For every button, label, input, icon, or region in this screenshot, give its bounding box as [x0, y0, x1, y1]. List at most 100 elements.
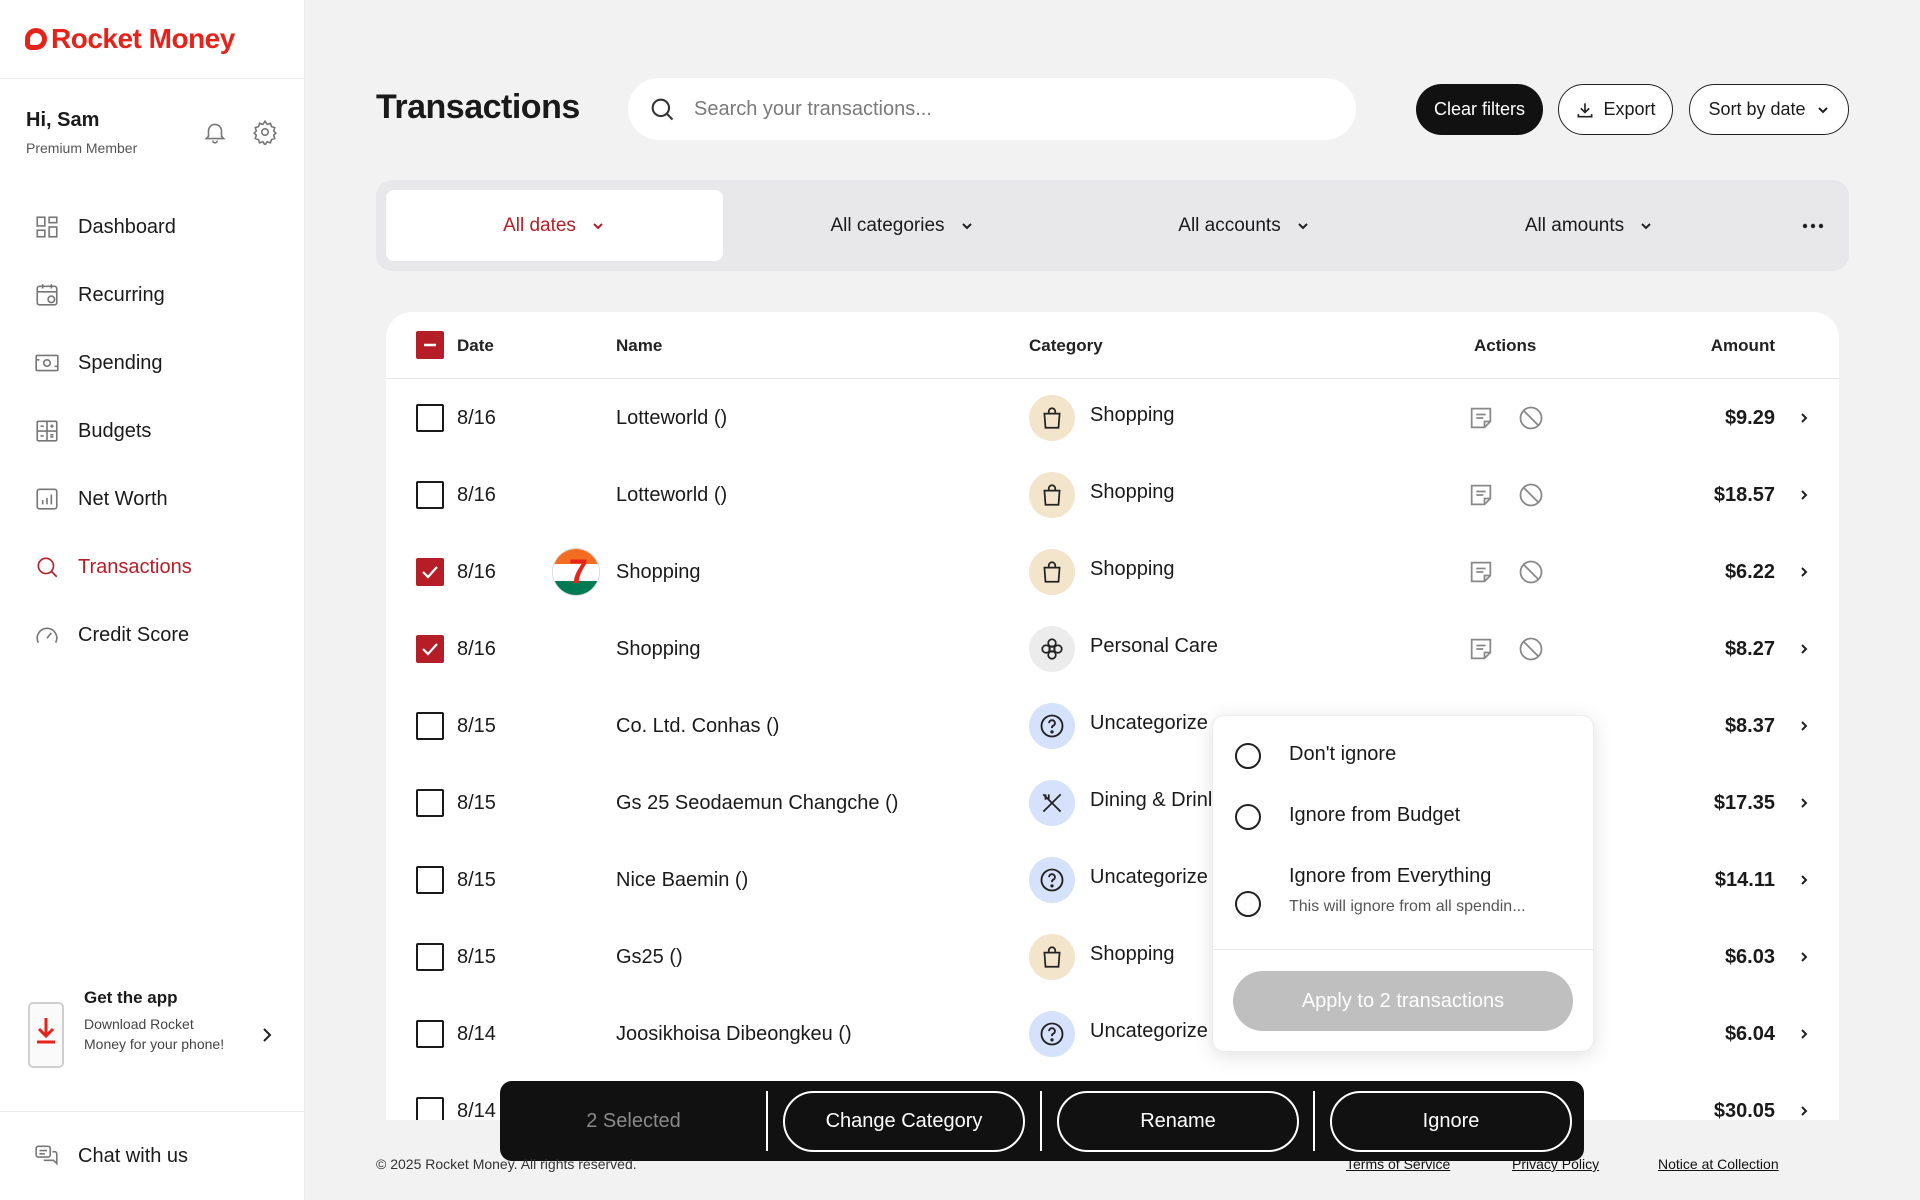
table-row[interactable]: 8/14 Joosikhoisa Dibeongkeu () Uncategoriz… [386, 996, 1839, 1073]
radio-ignore-budget[interactable] [1235, 804, 1261, 830]
chevron-down-icon [961, 222, 972, 229]
row-category[interactable]: Dining & Drinl [1090, 789, 1212, 812]
apply-button[interactable]: Apply to 2 transactions [1233, 971, 1573, 1031]
table-row[interactable]: 8/16 7 Shopping Shopping $6.22 [386, 534, 1839, 611]
sidebar-item-spending[interactable]: Spending [0, 329, 304, 397]
chevron-right-icon[interactable] [1799, 411, 1809, 425]
note-icon[interactable] [1467, 635, 1495, 663]
select-all-checkbox[interactable] [416, 331, 444, 359]
gear-icon[interactable] [252, 119, 278, 145]
filter-categories[interactable]: All categories [734, 190, 1071, 261]
sidebar-item-net-worth[interactable]: Net Worth [0, 465, 304, 533]
terms-link[interactable]: Terms of Service [1346, 1156, 1450, 1172]
row-checkbox[interactable] [416, 481, 444, 509]
export-button[interactable]: Export [1558, 84, 1673, 135]
column-amount[interactable]: Amount [1711, 336, 1775, 356]
chevron-right-icon[interactable] [1799, 796, 1809, 810]
row-name[interactable]: Lotteworld () [616, 407, 727, 430]
row-category[interactable]: Uncategorize [1090, 712, 1208, 735]
logo[interactable]: Rocket Money [0, 0, 304, 79]
chevron-right-icon[interactable] [1799, 488, 1809, 502]
row-checkbox[interactable] [416, 712, 444, 740]
chevron-right-icon[interactable] [1799, 873, 1809, 887]
table-row[interactable]: 8/16 Lotteworld () Shopping $18.57 [386, 457, 1839, 534]
row-checkbox[interactable] [416, 866, 444, 894]
row-amount: $18.57 [1713, 484, 1775, 506]
clear-filters-button[interactable]: Clear filters [1416, 84, 1543, 135]
row-checkbox[interactable] [416, 635, 444, 663]
option-ignore-everything[interactable]: Ignore from Everything This will ignore … [1235, 865, 1526, 917]
table-row[interactable]: 8/16 Lotteworld () Shopping $9.29 [386, 380, 1839, 457]
sidebar-item-recurring[interactable]: Recurring [0, 261, 304, 329]
row-category[interactable]: Shopping [1090, 404, 1175, 427]
chevron-right-icon[interactable] [1799, 950, 1809, 964]
change-category-button[interactable]: Change Category [783, 1091, 1025, 1152]
table-row[interactable]: 8/15 Co. Ltd. Conhas () Uncategorize $8.37 [386, 688, 1839, 765]
radio-dont-ignore[interactable] [1235, 743, 1261, 769]
search-bar[interactable] [628, 78, 1356, 140]
row-name[interactable]: Lotteworld () [616, 484, 727, 507]
row-category[interactable]: Uncategorize [1090, 1020, 1208, 1043]
get-the-app-card[interactable]: Get the app Download Rocket Money for yo… [28, 988, 278, 1088]
rocket-logo-icon [25, 28, 47, 50]
rename-button[interactable]: Rename [1057, 1091, 1299, 1152]
sidebar-item-dashboard[interactable]: Dashboard [0, 193, 304, 261]
row-name[interactable]: Shopping [616, 561, 701, 584]
table-row[interactable]: 8/15 Gs 25 Seodaemun Changche () Dining & … [386, 765, 1839, 842]
sort-by-date-button[interactable]: Sort by date [1689, 84, 1849, 135]
row-category[interactable]: Shopping [1090, 558, 1175, 581]
table-row[interactable]: 8/15 Nice Baemin () Uncategorize $14.11 [386, 842, 1839, 919]
more-filters-button[interactable] [1776, 190, 1836, 261]
table-row[interactable]: 8/16 Shopping Personal Care $8.27 [386, 611, 1839, 688]
flower-icon [1029, 626, 1075, 672]
bell-icon[interactable] [202, 119, 228, 145]
ignore-icon[interactable] [1517, 635, 1545, 663]
option-ignore-budget[interactable]: Ignore from Budget [1235, 804, 1460, 830]
row-category[interactable]: Shopping [1090, 943, 1175, 966]
row-checkbox[interactable] [416, 789, 444, 817]
row-checkbox[interactable] [416, 1097, 444, 1120]
table-row[interactable]: 8/15 Gs25 () Shopping $6.03 [386, 919, 1839, 996]
search-input[interactable] [694, 97, 1294, 121]
chat-with-us[interactable]: Chat with us [0, 1111, 304, 1200]
notice-link[interactable]: Notice at Collection [1658, 1156, 1779, 1172]
filter-accounts[interactable]: All accounts [1076, 190, 1413, 261]
row-checkbox[interactable] [416, 1020, 444, 1048]
row-name[interactable]: Gs25 () [616, 946, 683, 969]
row-category[interactable]: Personal Care [1090, 635, 1218, 658]
row-name[interactable]: Co. Ltd. Conhas () [616, 715, 779, 738]
column-name[interactable]: Name [616, 336, 662, 356]
note-icon[interactable] [1467, 404, 1495, 432]
row-name[interactable]: Joosikhoisa Dibeongkeu () [616, 1023, 852, 1046]
note-icon[interactable] [1467, 558, 1495, 586]
ignore-icon[interactable] [1517, 481, 1545, 509]
row-category[interactable]: Uncategorize [1090, 866, 1208, 889]
row-name[interactable]: Gs 25 Seodaemun Changche () [616, 792, 898, 815]
row-name[interactable]: Nice Baemin () [616, 869, 748, 892]
column-category[interactable]: Category [1029, 336, 1103, 356]
row-checkbox[interactable] [416, 558, 444, 586]
ignore-button[interactable]: Ignore [1330, 1091, 1572, 1152]
sidebar-item-credit-score[interactable]: Credit Score [0, 601, 304, 669]
note-icon[interactable] [1467, 481, 1495, 509]
sidebar-item-budgets[interactable]: Budgets [0, 397, 304, 465]
row-name[interactable]: Shopping [616, 638, 701, 661]
row-checkbox[interactable] [416, 943, 444, 971]
bulk-action-bar: 2 Selected Change Category Rename Ignore [500, 1081, 1584, 1161]
option-dont-ignore[interactable]: Don't ignore [1235, 743, 1396, 769]
chevron-right-icon[interactable] [1799, 719, 1809, 733]
filter-dates[interactable]: All dates [386, 190, 723, 261]
chevron-right-icon[interactable] [1799, 642, 1809, 656]
privacy-link[interactable]: Privacy Policy [1512, 1156, 1599, 1172]
chevron-right-icon[interactable] [1799, 565, 1809, 579]
row-checkbox[interactable] [416, 404, 444, 432]
filter-amounts[interactable]: All amounts [1421, 190, 1758, 261]
sidebar-item-transactions[interactable]: Transactions [0, 533, 304, 601]
radio-ignore-everything[interactable] [1235, 891, 1261, 917]
column-date[interactable]: Date [457, 336, 494, 356]
row-category[interactable]: Shopping [1090, 481, 1175, 504]
chevron-right-icon[interactable] [1799, 1104, 1809, 1118]
ignore-icon[interactable] [1517, 558, 1545, 586]
chevron-right-icon[interactable] [1799, 1027, 1809, 1041]
ignore-icon[interactable] [1517, 404, 1545, 432]
